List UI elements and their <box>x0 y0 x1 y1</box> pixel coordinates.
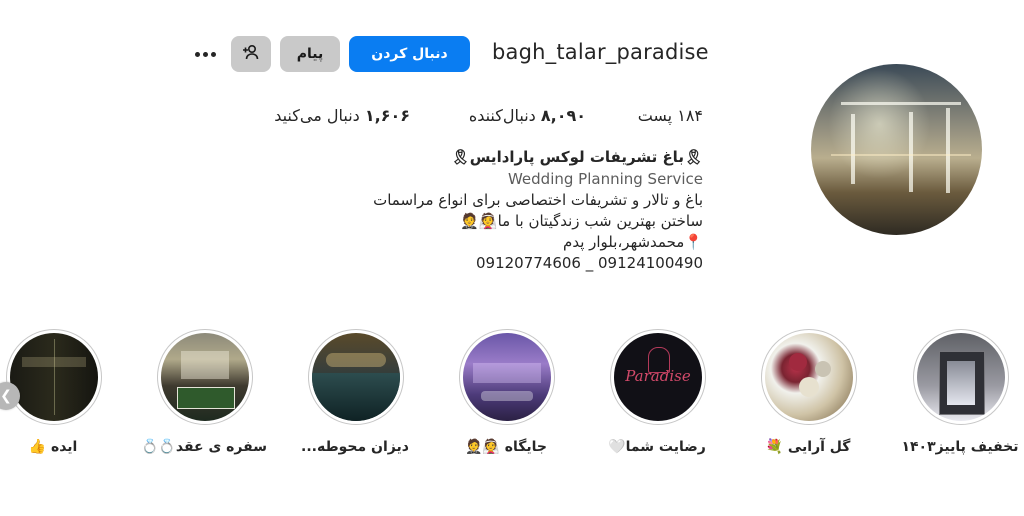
highlight-item[interactable]: تخفیف پاییز۱۴۰۳ <box>901 329 1019 465</box>
bio-name: 🎗باغ تشریفات لوکس پارادایس🎗 <box>450 148 703 166</box>
highlight-cover: Paradise <box>610 329 706 425</box>
add-user-icon <box>242 43 260 65</box>
highlight-cover <box>6 329 102 425</box>
suggested-users-button[interactable] <box>231 36 271 72</box>
posts-count: ۱۸۴ پست <box>637 106 703 125</box>
chevron-left-icon: ❮ <box>0 388 12 404</box>
profile-username: bagh_talar_paradise <box>492 40 709 64</box>
highlight-label: جایگاه 👰🤵 <box>464 439 547 455</box>
bio-line: ساختن بهترین شب زندگیتان با ما👰🤵 <box>460 212 703 230</box>
follow-button[interactable]: دنبال کردن <box>349 36 470 72</box>
highlight-label: رضایت شما🤍 <box>608 439 706 455</box>
bio-line: باغ و تالار و تشریفات اختصاصی برای انواع… <box>373 191 703 209</box>
highlight-cover <box>913 329 1009 425</box>
profile-avatar[interactable] <box>811 64 982 235</box>
highlight-label: دیزان محوطه... <box>301 439 409 455</box>
highlight-item[interactable]: گل آرایی 💐 <box>758 329 858 465</box>
highlight-item[interactable]: Paradise رضایت شما🤍 <box>607 329 707 465</box>
bio-phones: 09120774606 _ 09124100490 <box>476 254 703 272</box>
highlight-label: تخفیف پاییز۱۴۰۳ <box>901 439 1019 455</box>
highlight-item[interactable]: سفره ی عقد💍💍 <box>141 329 267 465</box>
highlight-item[interactable]: دیزان محوطه... <box>301 329 409 465</box>
highlight-cover <box>308 329 404 425</box>
highlight-cover <box>761 329 857 425</box>
following-link[interactable]: ۱,۶۰۶ دنبال می‌کنید <box>274 106 410 125</box>
highlight-label: گل آرایی 💐 <box>765 439 851 455</box>
followers-count: ۸,۰۹۰ <box>540 106 586 125</box>
following-label: دنبال می‌کنید <box>274 106 365 125</box>
following-count: ۱,۶۰۶ <box>364 106 410 125</box>
followers-label: دنبال‌کننده <box>468 106 541 125</box>
highlight-label: ایده 👍 <box>28 439 78 455</box>
bio-location: 📍محمدشهر،بلوار پدم <box>563 233 703 251</box>
more-options-button[interactable] <box>185 36 225 72</box>
highlight-item[interactable]: جایگاه 👰🤵 <box>456 329 556 465</box>
highlight-cover <box>459 329 555 425</box>
highlight-label: سفره ی عقد💍💍 <box>141 439 267 455</box>
message-button[interactable]: پیام <box>280 36 340 72</box>
more-icon <box>193 51 217 57</box>
followers-link[interactable]: ۸,۰۹۰ دنبال‌کننده <box>469 106 586 125</box>
highlight-cover <box>157 329 253 425</box>
bio-category: Wedding Planning Service <box>507 170 703 188</box>
